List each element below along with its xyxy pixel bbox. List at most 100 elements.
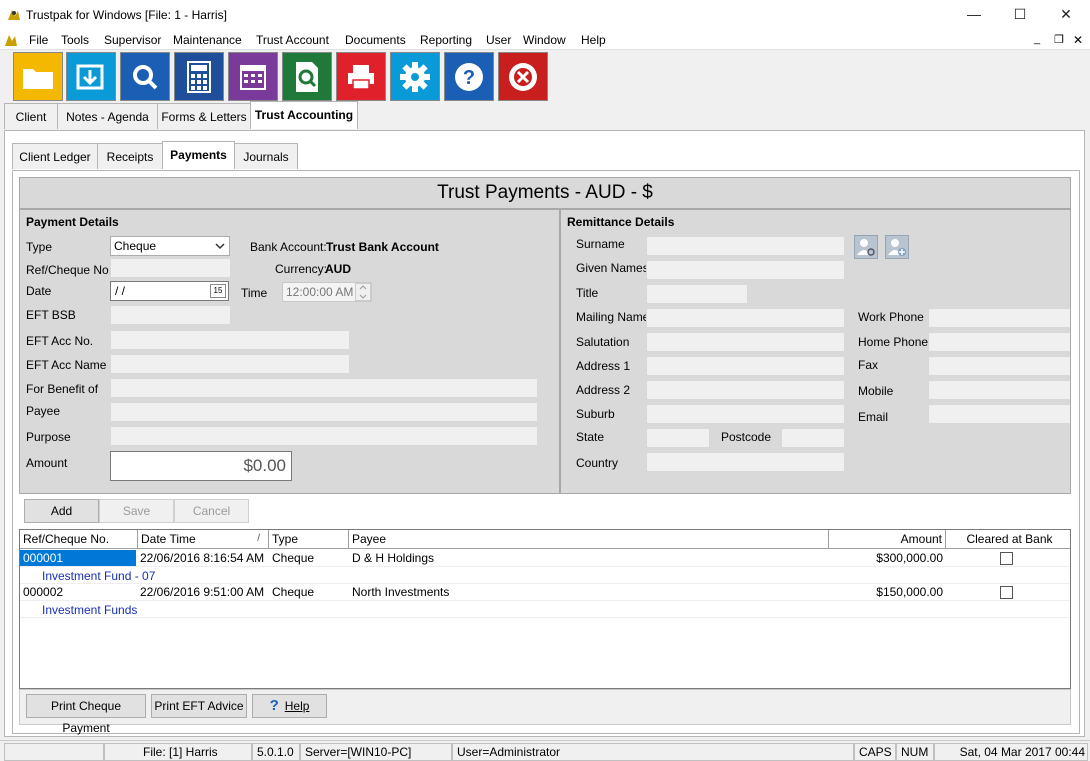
- country-input[interactable]: [646, 452, 845, 472]
- address1-input[interactable]: [646, 356, 845, 376]
- print-cheque-payment-button[interactable]: Print Cheque Payment: [26, 694, 146, 735]
- mdi-minimize-button[interactable]: _: [1034, 33, 1040, 45]
- contact-lookup-button[interactable]: [854, 235, 878, 259]
- state-input[interactable]: [646, 428, 710, 448]
- status-datetime: Sat, 04 Mar 2017 00:44: [934, 743, 1088, 761]
- import-button[interactable]: [66, 52, 116, 101]
- mdi-close-button[interactable]: ✕: [1073, 33, 1083, 47]
- mailing-name-input[interactable]: [646, 308, 845, 328]
- email-input[interactable]: [928, 404, 1070, 424]
- postcode-input[interactable]: [781, 428, 845, 448]
- email-label: Email: [858, 410, 889, 424]
- cell-amount: $300,000.00: [876, 551, 943, 565]
- tab-client[interactable]: Client: [4, 103, 58, 129]
- mobile-input[interactable]: [928, 380, 1070, 400]
- menu-reporting[interactable]: Reporting: [420, 33, 472, 47]
- time-input[interactable]: 12:00:00 AM: [282, 282, 372, 302]
- calculator-button[interactable]: [174, 52, 224, 101]
- help-toolbar-button[interactable]: ?: [444, 52, 494, 101]
- menu-user[interactable]: User: [486, 33, 511, 47]
- suburb-input[interactable]: [646, 404, 845, 424]
- mobile-label: Mobile: [858, 384, 894, 398]
- menu-window[interactable]: Window: [523, 33, 566, 47]
- status-file: File: [1] Harris: [104, 743, 252, 761]
- contact-add-button[interactable]: [885, 235, 909, 259]
- column-header-cleared[interactable]: Cleared at Bank: [946, 530, 1070, 549]
- print-icon: [348, 64, 374, 90]
- payee-input[interactable]: [110, 402, 538, 422]
- menu-maintenance[interactable]: Maintenance: [173, 33, 242, 47]
- calendar-picker-icon[interactable]: 15: [210, 284, 226, 298]
- tab-journals[interactable]: Journals: [234, 143, 298, 169]
- column-header-datetime[interactable]: Date Time /: [138, 530, 269, 549]
- ref-cheque-input[interactable]: [110, 258, 231, 278]
- print-eft-advice-button[interactable]: Print EFT Advice: [151, 694, 247, 718]
- row-memo: Investment Funds: [20, 601, 1070, 618]
- column-header-ref[interactable]: Ref/Cheque No.: [20, 530, 138, 549]
- menu-file[interactable]: File: [29, 33, 48, 47]
- bank-account-value: Trust Bank Account: [326, 240, 439, 254]
- calendar-button[interactable]: [228, 52, 278, 101]
- minimize-button[interactable]: —: [951, 0, 997, 30]
- time-spinner-icon[interactable]: [355, 283, 371, 301]
- fax-input[interactable]: [928, 356, 1070, 376]
- app-menu-icon[interactable]: [3, 32, 19, 48]
- row-memo: Investment Fund - 07: [20, 567, 1070, 584]
- eft-bsb-input[interactable]: [110, 305, 231, 325]
- settings-button[interactable]: [390, 52, 440, 101]
- mdi-restore-button[interactable]: ❐: [1054, 33, 1064, 46]
- eft-acc-no-label: EFT Acc No.: [26, 334, 94, 348]
- person-search-icon: [857, 239, 875, 256]
- status-user: User=Administrator: [452, 743, 854, 761]
- salutation-input[interactable]: [646, 332, 845, 352]
- maximize-button[interactable]: ☐: [997, 0, 1043, 30]
- help-button[interactable]: ? Help: [252, 694, 327, 718]
- cleared-checkbox[interactable]: [1000, 586, 1013, 599]
- column-header-type[interactable]: Type: [269, 530, 349, 549]
- purpose-input[interactable]: [110, 426, 538, 446]
- given-names-input[interactable]: [646, 260, 845, 280]
- menu-trust-account[interactable]: Trust Account: [256, 33, 329, 47]
- title-input[interactable]: [646, 284, 748, 304]
- column-header-amount[interactable]: Amount: [829, 530, 946, 549]
- document-search-button[interactable]: [282, 52, 332, 101]
- tab-payments[interactable]: Payments: [162, 141, 235, 169]
- amount-input[interactable]: $0.00: [110, 451, 292, 481]
- search-button[interactable]: [120, 52, 170, 101]
- menu-tools[interactable]: Tools: [61, 33, 89, 47]
- person-add-icon: [888, 239, 906, 256]
- tab-client-ledger[interactable]: Client Ledger: [12, 143, 98, 169]
- column-header-payee[interactable]: Payee: [349, 530, 829, 549]
- date-input[interactable]: / / 15: [110, 281, 229, 301]
- menu-help[interactable]: Help: [581, 33, 606, 47]
- menu-supervisor[interactable]: Supervisor: [104, 33, 161, 47]
- tab-forms-letters[interactable]: Forms & Letters: [157, 103, 251, 129]
- tab-receipts[interactable]: Receipts: [97, 143, 163, 169]
- address2-input[interactable]: [646, 380, 845, 400]
- print-button[interactable]: [336, 52, 386, 101]
- cancel-button[interactable]: Cancel: [174, 499, 249, 523]
- close-button[interactable]: ✕: [1043, 0, 1089, 30]
- exit-button[interactable]: [498, 52, 548, 101]
- for-benefit-input[interactable]: [110, 378, 538, 398]
- tab-notes-agenda[interactable]: Notes - Agenda: [57, 103, 158, 129]
- open-file-button[interactable]: [13, 52, 63, 101]
- type-select[interactable]: Cheque: [110, 236, 230, 256]
- menu-documents[interactable]: Documents: [345, 33, 406, 47]
- home-phone-input[interactable]: [928, 332, 1070, 352]
- tab-trust-accounting[interactable]: Trust Accounting: [250, 101, 358, 129]
- save-button[interactable]: Save: [99, 499, 174, 523]
- status-bar: File: [1] Harris 5.0.1.0 Server=[WIN10-P…: [0, 740, 1090, 761]
- table-row[interactable]: 000002 22/06/2016 9:51:00 AM Cheque Nort…: [20, 584, 1070, 601]
- type-label: Type: [26, 240, 53, 254]
- cell-ref: 000001: [20, 550, 136, 566]
- table-row[interactable]: 000001 22/06/2016 8:16:54 AM Cheque D & …: [20, 550, 1070, 567]
- eft-acc-name-input[interactable]: [110, 354, 350, 374]
- surname-input[interactable]: [646, 236, 845, 256]
- eft-acc-no-input[interactable]: [110, 330, 350, 350]
- add-button[interactable]: Add: [24, 499, 99, 523]
- time-label: Time: [241, 286, 268, 300]
- work-phone-input[interactable]: [928, 308, 1070, 328]
- title-bar: Trustpak for Windows [File: 1 - Harris] …: [0, 0, 1090, 30]
- cleared-checkbox[interactable]: [1000, 552, 1013, 565]
